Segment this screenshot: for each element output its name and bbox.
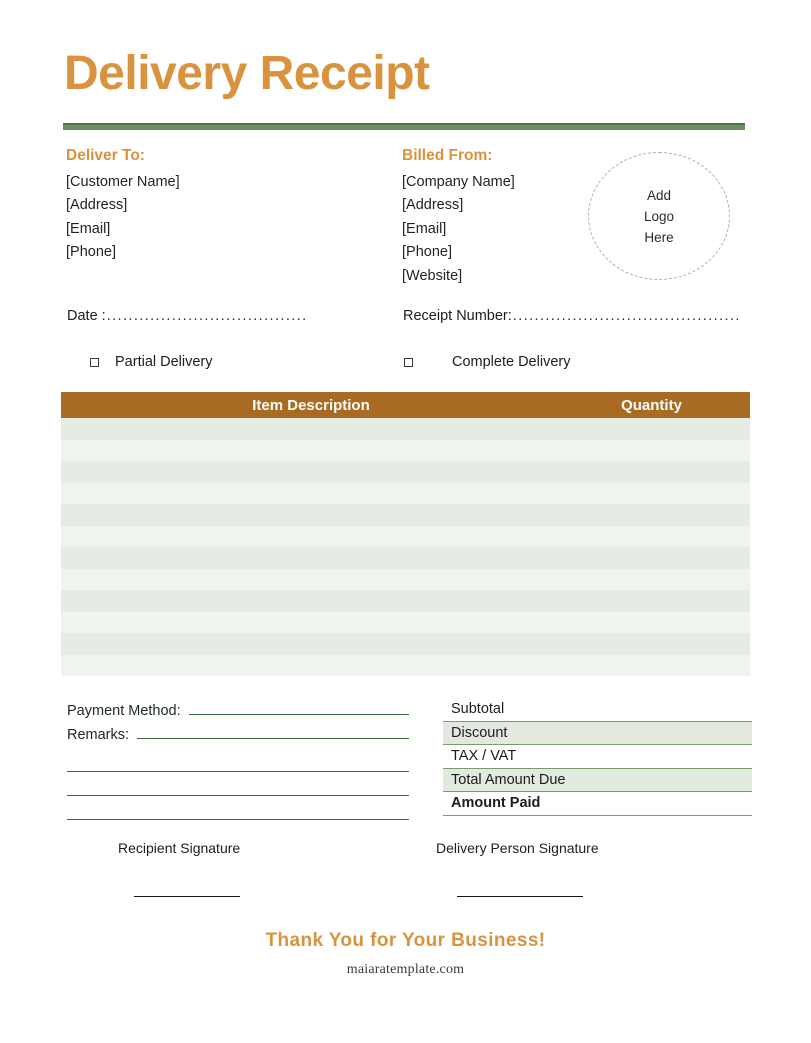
header-divider — [63, 123, 745, 130]
items-table-header: Item Description Quantity — [61, 392, 750, 418]
totals-row-label: Discount — [451, 724, 508, 741]
items-table-row[interactable] — [61, 418, 750, 440]
billed-from-block: Billed From: [Company Name] [Address] [E… — [402, 144, 515, 288]
payment-details-block: Payment Method: Remarks: — [67, 700, 409, 820]
checkbox-complete-delivery-label: Complete Delivery — [452, 354, 571, 370]
column-header-item-description: Item Description — [252, 396, 370, 414]
recipient-signature-line[interactable] — [134, 896, 240, 897]
deliver-to-line[interactable]: [Address] — [66, 194, 180, 218]
deliver-to-line[interactable]: [Email] — [66, 218, 180, 242]
items-table-row[interactable] — [61, 439, 750, 461]
receipt-number-dotted-leader: ........................................… — [512, 308, 738, 324]
date-dotted-leader: ........................................… — [106, 308, 307, 324]
date-label: Date : — [67, 308, 106, 324]
totals-row[interactable]: Total Amount Due — [443, 768, 752, 792]
remarks-field[interactable]: Remarks: — [67, 724, 409, 744]
items-table-body — [61, 418, 750, 676]
items-table-row[interactable] — [61, 461, 750, 483]
logo-placeholder-line: Logo — [643, 208, 675, 224]
remarks-extra-rules — [67, 748, 409, 820]
items-table-row[interactable] — [61, 611, 750, 633]
payment-method-field[interactable]: Payment Method: — [67, 700, 409, 720]
receipt-number-field[interactable]: Receipt Number: ........................… — [403, 308, 738, 324]
items-table-row[interactable] — [61, 590, 750, 612]
checkbox-partial-delivery[interactable]: Partial Delivery — [90, 354, 213, 370]
items-table-row[interactable] — [61, 525, 750, 547]
delivery-receipt-page: Delivery Receipt Deliver To: [Customer N… — [0, 0, 811, 1043]
items-table: Item Description Quantity — [61, 392, 750, 676]
totals-row[interactable]: Discount — [443, 721, 752, 745]
totals-row[interactable]: Subtotal — [443, 698, 752, 722]
items-table-row[interactable] — [61, 482, 750, 504]
remarks-input-rule[interactable] — [137, 724, 409, 739]
deliver-to-line[interactable]: [Customer Name] — [66, 171, 180, 195]
payment-method-label: Payment Method: — [67, 703, 181, 719]
totals-row[interactable]: Amount Paid — [443, 792, 752, 816]
items-table-row[interactable] — [61, 504, 750, 526]
delivery-person-signature-line[interactable] — [457, 896, 583, 897]
remarks-blank-rule[interactable] — [67, 772, 409, 796]
remarks-blank-rule[interactable] — [67, 748, 409, 772]
billed-from-line[interactable]: [Phone] — [402, 241, 515, 265]
receipt-number-label: Receipt Number: — [403, 308, 512, 324]
totals-row-label: Subtotal — [451, 701, 505, 718]
checkbox-empty-icon[interactable] — [404, 357, 413, 367]
receipt-meta-row: Date : .................................… — [0, 308, 811, 332]
totals-row-label: Total Amount Due — [451, 771, 566, 788]
payment-method-input-rule[interactable] — [188, 700, 409, 715]
billed-from-heading: Billed From: — [402, 147, 493, 164]
delivery-person-signature-block: Delivery Person Signature — [436, 840, 599, 856]
billed-from-line[interactable]: [Email] — [402, 218, 515, 242]
delivery-person-signature-label: Delivery Person Signature — [436, 840, 599, 856]
billed-from-line[interactable]: [Address] — [402, 194, 515, 218]
billed-from-line[interactable]: [Website] — [402, 265, 515, 289]
delivery-type-row: Partial Delivery Complete Delivery — [0, 354, 811, 378]
checkbox-empty-icon[interactable] — [90, 357, 99, 367]
totals-row-label: TAX / VAT — [451, 748, 517, 765]
logo-placeholder[interactable]: Add Logo Here — [588, 152, 730, 280]
remarks-label: Remarks: — [67, 727, 130, 743]
items-table-row[interactable] — [61, 547, 750, 569]
footer-thanks-message: Thank You for Your Business! — [265, 930, 546, 951]
logo-placeholder-line: Here — [644, 229, 674, 245]
footer-website: maiaratemplate.com — [346, 962, 465, 977]
page-title: Delivery Receipt — [64, 47, 430, 100]
column-header-quantity: Quantity — [621, 396, 682, 414]
checkbox-complete-delivery[interactable]: Complete Delivery — [404, 354, 570, 370]
recipient-signature-block: Recipient Signature — [118, 840, 240, 856]
items-table-row[interactable] — [61, 633, 750, 655]
logo-placeholder-line: Add — [646, 187, 672, 203]
remarks-blank-rule[interactable] — [67, 796, 409, 820]
checkbox-partial-delivery-label: Partial Delivery — [115, 354, 213, 370]
totals-row[interactable]: TAX / VAT — [443, 745, 752, 769]
recipient-signature-label: Recipient Signature — [118, 840, 241, 856]
deliver-to-block: Deliver To: [Customer Name] [Address] [E… — [66, 144, 180, 265]
deliver-to-heading: Deliver To: — [66, 147, 145, 164]
items-table-row[interactable] — [61, 568, 750, 590]
deliver-to-line[interactable]: [Phone] — [66, 241, 180, 265]
date-field[interactable]: Date : .................................… — [67, 308, 307, 324]
billed-from-line[interactable]: [Company Name] — [402, 171, 515, 195]
totals-table: Subtotal Discount TAX / VAT Total Amount Du… — [443, 698, 752, 816]
totals-row-label: Amount Paid — [451, 795, 541, 812]
items-table-row[interactable] — [61, 654, 750, 676]
